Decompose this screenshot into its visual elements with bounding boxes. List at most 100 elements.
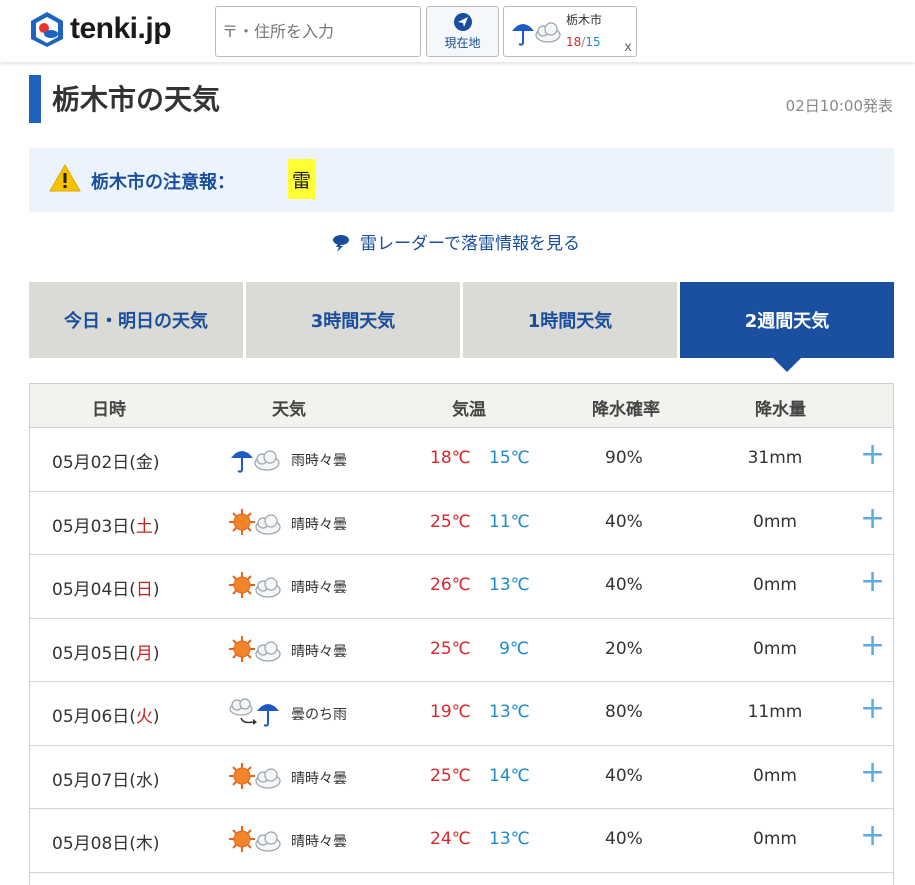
tenki-logo-icon: [31, 12, 63, 47]
table-row[interactable]: 05月06日(火) 曇のち雨 19℃ 13℃ 80% 11mm +: [30, 682, 893, 746]
weather-advisory-banner: 栃木市の注意報： 雷: [29, 148, 894, 212]
recent-low: 15: [585, 35, 601, 49]
row-weather: 晴時々曇: [291, 834, 347, 850]
active-tab-pointer: [773, 358, 801, 372]
current-location-button[interactable]: 現在地: [426, 6, 499, 57]
lightning-cloud-icon: [333, 234, 349, 252]
row-precip-amount: 0mm: [753, 765, 797, 786]
row-weather: 晴時々曇: [291, 516, 347, 533]
current-location-label: 現在地: [444, 36, 481, 50]
tenki-logo[interactable]: tenki.jp: [28, 10, 172, 48]
date-suffix: ): [152, 453, 160, 473]
row-precip-amount: 0mm: [753, 575, 797, 595]
recent-high: 18: [566, 35, 582, 49]
date-prefix: 05月02日(: [52, 453, 136, 473]
day-of-week: 日: [135, 580, 153, 600]
row-low-temp: 14℃: [489, 765, 530, 786]
row-high-temp: 25℃: [430, 511, 471, 532]
table-row[interactable]: 05月03日(土) 晴時々曇 25℃ 11℃ 40% 0mm +: [30, 492, 893, 555]
lightning-radar-link[interactable]: 雷レーダーで落雷情報を見る: [330, 229, 580, 254]
sun-cloud-icon: [229, 826, 281, 852]
expand-row-button[interactable]: +: [860, 503, 885, 534]
tab-label: 3時間天気: [310, 311, 396, 332]
expand-row-button[interactable]: +: [860, 440, 885, 470]
lightning-radar-link-text: 雷レーダーで落雷情報を見る: [360, 234, 580, 254]
cloud-then-rain-icon: [229, 698, 279, 727]
recent-close-button[interactable]: x: [624, 40, 632, 55]
row-precip-prob: 40%: [605, 575, 643, 595]
site-header: tenki.jp 検索 現在地 栃木市 18/15 x: [0, 0, 915, 62]
header-temp: 気温: [452, 400, 486, 420]
row-precip-amount: 11mm: [747, 702, 803, 722]
row-low-temp: 13℃: [489, 829, 530, 849]
row-low-temp: 15℃: [489, 448, 530, 468]
row-date: 05月05日(月): [52, 639, 160, 664]
table-row[interactable]: 05月04日(日) 晴時々曇 26℃ 13℃ 40% 0mm +: [30, 555, 893, 619]
day-of-week: 土: [135, 516, 153, 537]
header-precip-amount: 降水量: [755, 400, 806, 420]
row-high-temp: 25℃: [430, 638, 471, 659]
row-high-temp: 25℃: [430, 765, 471, 786]
rain-cloud-icon: [231, 450, 280, 473]
recent-location-name: 栃木市: [566, 13, 603, 27]
issued-time: 02日10:00発表: [785, 97, 893, 115]
row-weather: 雨時々曇: [291, 453, 347, 469]
row-weather: 曇のち雨: [291, 707, 347, 723]
row-weather: 晴時々曇: [291, 580, 347, 596]
table-row[interactable]: 05月08日(木) 晴時々曇 24℃ 13℃ 40% 0mm +: [30, 809, 893, 873]
row-date: 05月07日(水): [52, 766, 160, 791]
tab-label: 今日・明日の天気: [64, 311, 208, 332]
header-weather: 天気: [272, 400, 306, 420]
sun-cloud-icon: [229, 635, 281, 662]
search-input[interactable]: [216, 7, 420, 56]
expand-row-button[interactable]: +: [860, 567, 885, 597]
date-prefix: 05月05日(: [52, 643, 136, 664]
sun-cloud-icon: [229, 762, 281, 789]
table-row[interactable]: 05月07日(水) 晴時々曇 25℃ 14℃ 40% 0mm +: [30, 746, 893, 809]
expand-row-button[interactable]: +: [860, 757, 885, 788]
tab-label: 2週間天気: [744, 311, 830, 332]
recent-location-card[interactable]: 栃木市 18/15 x: [503, 6, 637, 57]
row-precip-amount: 31mm: [747, 448, 803, 468]
date-prefix: 05月03日(: [52, 516, 136, 537]
advisory-badge-thunder[interactable]: 雷: [288, 159, 316, 199]
row-precip-prob: 20%: [605, 638, 643, 659]
expand-row-button[interactable]: +: [860, 630, 885, 661]
logo-text: tenki.jp: [70, 12, 172, 45]
row-precip-amount: 0mm: [753, 638, 797, 659]
day-of-week: 火: [135, 707, 153, 727]
date-suffix: ): [152, 516, 160, 537]
header-precip-prob: 降水確率: [592, 400, 660, 420]
rain-cloud-icon: [512, 22, 561, 46]
tab-1hour[interactable]: 1時間天気: [463, 282, 677, 358]
page-title: 栃木市の天気: [52, 83, 221, 116]
date-prefix: 05月04日(: [52, 580, 136, 600]
row-weather: 晴時々曇: [291, 643, 347, 660]
expand-row-button[interactable]: +: [860, 821, 885, 851]
tab-label: 1時間天気: [527, 311, 613, 332]
row-precip-prob: 40%: [605, 829, 643, 849]
table-row[interactable]: 05月02日(金) 雨時々曇 18℃ 15℃ 90% 31mm +: [30, 428, 893, 492]
tab-3hour[interactable]: 3時間天気: [246, 282, 460, 358]
table-row[interactable]: 05月05日(月) 晴時々曇 25℃ 9℃ 20% 0mm +: [30, 619, 893, 682]
row-low-temp: 13℃: [489, 575, 530, 595]
date-suffix: ): [152, 643, 160, 664]
row-date: 05月02日(金): [52, 448, 160, 473]
sun-cloud-icon: [229, 508, 281, 535]
tab-today-tomorrow[interactable]: 今日・明日の天気: [29, 282, 243, 358]
tab-2week[interactable]: 2週間天気: [680, 282, 894, 372]
row-date: 05月08日(木): [52, 829, 160, 854]
date-prefix: 05月06日(: [52, 707, 136, 727]
sun-cloud-icon: [229, 572, 281, 598]
row-precip-amount: 0mm: [753, 829, 797, 849]
row-precip-prob: 40%: [605, 511, 643, 532]
advisory-label: 栃木市の注意報：: [91, 172, 235, 193]
table-row: [30, 873, 893, 885]
date-suffix: ): [152, 707, 160, 727]
date-suffix: ): [152, 834, 160, 854]
date-prefix: 05月08日(: [52, 834, 136, 854]
day-of-week: 金: [135, 453, 153, 473]
location-arrow-icon: [453, 13, 472, 31]
expand-row-button[interactable]: +: [860, 694, 885, 724]
day-of-week: 水: [135, 770, 153, 791]
